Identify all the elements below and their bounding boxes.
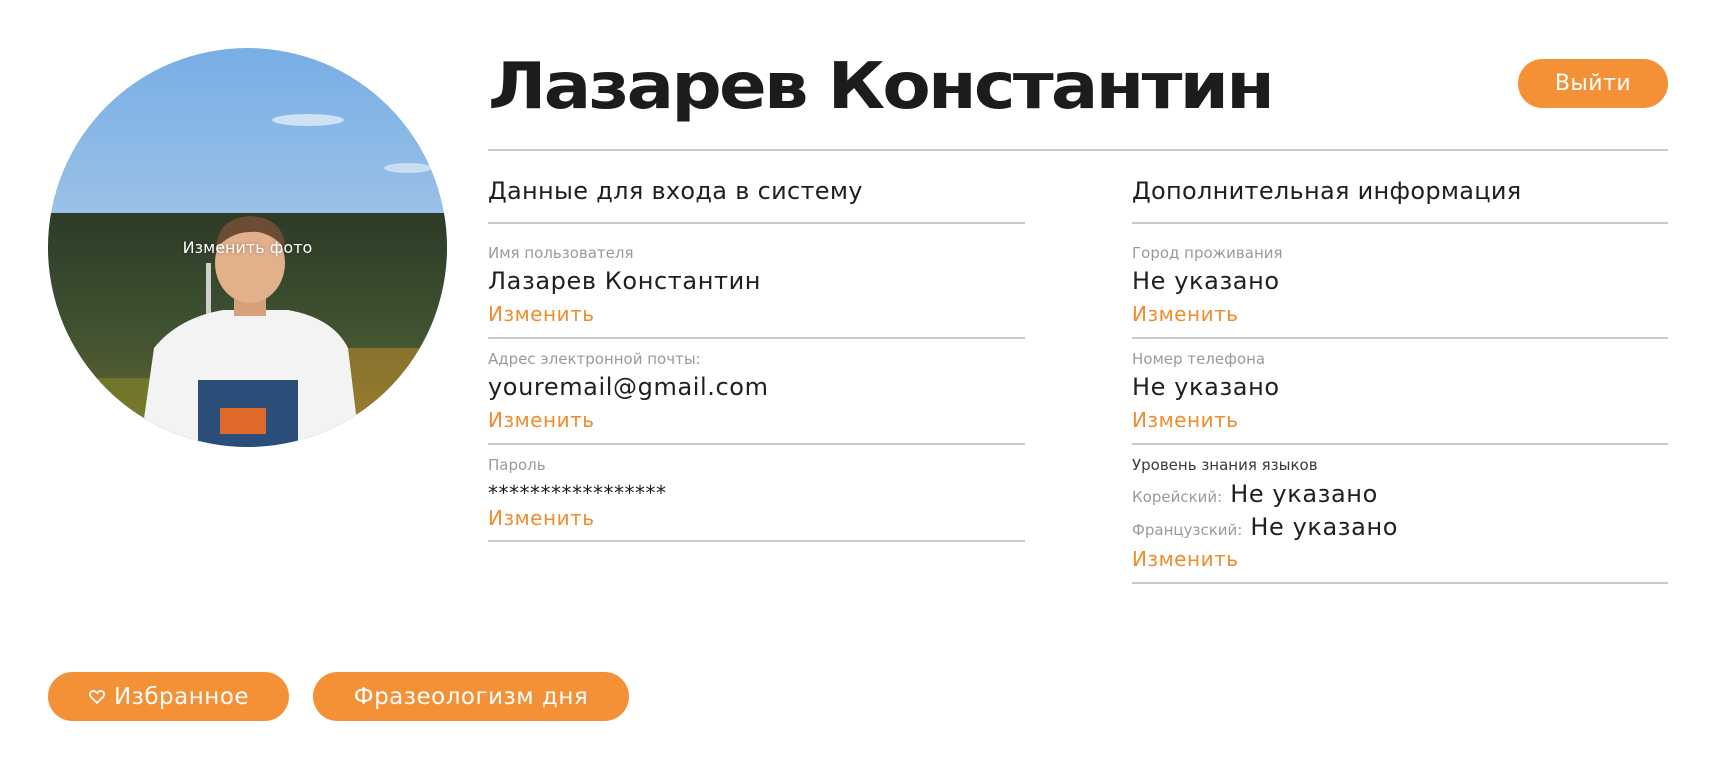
login-section-title: Данные для входа в систему <box>488 177 863 205</box>
favorites-button[interactable]: Избранное <box>48 672 289 721</box>
logout-button[interactable]: Выйти <box>1518 59 1668 108</box>
change-email-link[interactable]: Изменить <box>488 408 595 432</box>
change-password-link[interactable]: Изменить <box>488 506 595 530</box>
username-value: Лазарев Константин <box>488 267 762 295</box>
languages-label: Уровень знания языков <box>1132 456 1318 474</box>
phone-value: Не указано <box>1132 373 1280 401</box>
language-level: Не указано <box>1230 480 1378 508</box>
password-label: Пароль <box>488 456 546 474</box>
avatar-photo[interactable]: Изменить фото <box>48 48 447 447</box>
language-row-korean: Корейский: Не указано <box>1132 480 1378 508</box>
phone-label: Номер телефона <box>1132 350 1266 368</box>
favorites-label: Избранное <box>113 683 250 710</box>
heart-icon <box>88 689 105 704</box>
languages-divider <box>1132 582 1668 584</box>
language-row-french: Французский: Не указано <box>1132 513 1398 541</box>
profile-name-title: Лазарев Константин <box>488 50 1275 124</box>
email-label: Адрес электронной почты: <box>488 350 701 368</box>
phone-divider <box>1132 443 1668 445</box>
city-label: Город проживания <box>1132 244 1283 262</box>
extra-section-divider <box>1132 222 1668 224</box>
change-photo-label[interactable]: Изменить фото <box>48 238 447 257</box>
email-value: youremail@gmail.com <box>488 373 769 401</box>
city-divider <box>1132 337 1668 339</box>
language-level: Не указано <box>1250 513 1399 541</box>
city-value: Не указано <box>1132 267 1280 295</box>
change-languages-link[interactable]: Изменить <box>1132 547 1239 571</box>
change-city-link[interactable]: Изменить <box>1132 302 1239 326</box>
password-value: ***************** <box>488 481 667 505</box>
change-username-link[interactable]: Изменить <box>488 302 595 326</box>
language-name: Французский: <box>1132 521 1243 539</box>
change-phone-link[interactable]: Изменить <box>1132 408 1239 432</box>
language-name: Корейский: <box>1132 488 1223 506</box>
password-divider <box>488 540 1025 542</box>
username-divider <box>488 337 1025 339</box>
header-divider <box>488 149 1668 151</box>
email-divider <box>488 443 1025 445</box>
extra-section-title: Дополнительная информация <box>1132 177 1522 205</box>
username-label: Имя пользователя <box>488 244 634 262</box>
phrase-of-the-day-button[interactable]: Фразеологизм дня <box>313 672 629 721</box>
login-section-divider <box>488 222 1025 224</box>
